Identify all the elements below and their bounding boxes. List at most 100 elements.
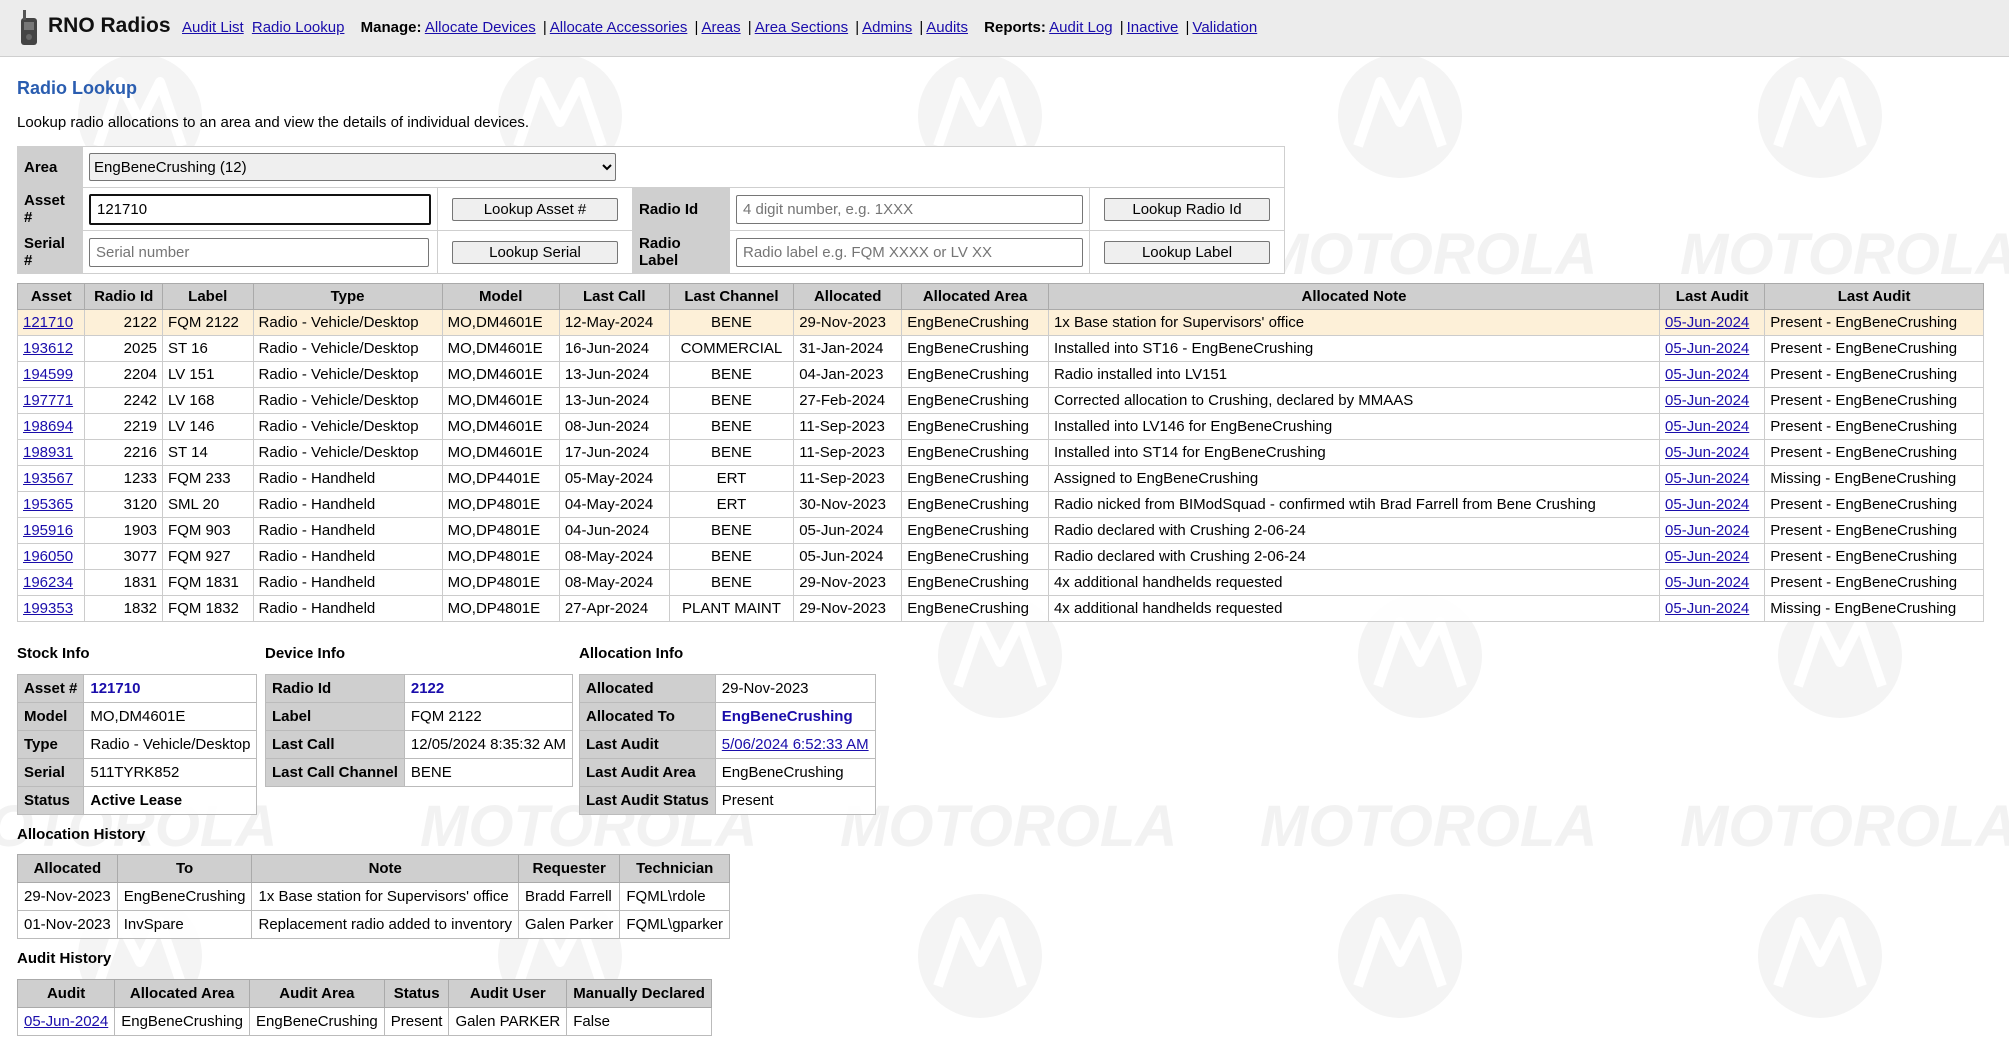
asset-link[interactable]: 195365 bbox=[23, 496, 73, 513]
last-audit-link[interactable]: 05-Jun-2024 bbox=[1665, 496, 1749, 513]
audit-link[interactable]: 05-Jun-2024 bbox=[24, 1013, 108, 1030]
asset-link[interactable]: 195916 bbox=[23, 522, 73, 539]
last-audit-link[interactable]: 05-Jun-2024 bbox=[1665, 574, 1749, 591]
asset-link[interactable]: 198931 bbox=[23, 444, 73, 461]
asset-link[interactable]: 198694 bbox=[23, 418, 73, 435]
info-key: Allocated To bbox=[579, 702, 716, 731]
asset-link[interactable]: 197771 bbox=[23, 392, 73, 409]
cell-last-channel: PLANT MAINT bbox=[668, 595, 795, 622]
cell-last-channel: BENE bbox=[668, 413, 795, 440]
table-row: 29-Nov-2023 EngBeneCrushing 1x Base statio… bbox=[17, 882, 731, 911]
last-audit-link[interactable]: 05-Jun-2024 bbox=[1665, 470, 1749, 487]
svg-text:MOTOROLA: MOTOROLA bbox=[1260, 794, 1597, 859]
cell-model: MO,DP4401E bbox=[441, 465, 560, 492]
lookup-asset-button[interactable]: Lookup Asset # bbox=[452, 197, 618, 221]
cell-allocated: 05-Jun-2024 bbox=[793, 517, 903, 544]
radio-id-input[interactable] bbox=[736, 194, 1083, 224]
info-row: Last Audit Status Present bbox=[579, 786, 876, 815]
cell-asset: 198694 bbox=[16, 413, 86, 440]
lookup-label-button[interactable]: Lookup Label bbox=[1104, 240, 1270, 264]
cell-last-audit-status: Present - EngBeneCrushing bbox=[1764, 543, 1984, 570]
last-audit-link[interactable]: 05-Jun-2024 bbox=[1665, 522, 1749, 539]
table-row[interactable]: 196050 3077 FQM 927 Radio - Handheld MO,DP48… bbox=[16, 543, 1984, 570]
serial-input[interactable] bbox=[89, 237, 429, 267]
asset-link[interactable]: 193612 bbox=[23, 340, 73, 357]
cell-allocated-area: EngBeneCrushing bbox=[901, 387, 1049, 414]
header-model: Model bbox=[441, 283, 560, 310]
lookup-radio-id-button[interactable]: Lookup Radio Id bbox=[1104, 197, 1270, 221]
table-cell: FQML\rdole bbox=[619, 882, 731, 911]
table-row[interactable]: 199353 1832 FQM 1832 Radio - Handheld MO,DP4… bbox=[16, 595, 1984, 622]
last-audit-link[interactable]: 05-Jun-2024 bbox=[1665, 418, 1749, 435]
cell-model: MO,DP4801E bbox=[441, 569, 560, 596]
cell-allocated-area: EngBeneCrushing bbox=[901, 335, 1049, 362]
cell-last-audit-date: 05-Jun-2024 bbox=[1659, 335, 1766, 362]
table-row[interactable]: 193567 1233 FQM 233 Radio - Handheld MO,DP44… bbox=[16, 465, 1984, 492]
last-audit-link[interactable]: 05-Jun-2024 bbox=[1665, 444, 1749, 461]
audit-history-table: Audit Allocated Area Audit Area Status Audit… bbox=[16, 979, 712, 1036]
table-row[interactable]: 193612 2025 ST 16 Radio - Vehicle/Desktop MO… bbox=[16, 335, 1984, 362]
last-audit-link[interactable]: 05-Jun-2024 bbox=[1665, 366, 1749, 383]
asset-link[interactable]: 196234 bbox=[23, 574, 73, 591]
nav-audit-list[interactable]: Audit List bbox=[182, 19, 244, 36]
table-row[interactable]: 198694 2219 LV 146 Radio - Vehicle/Desktop M… bbox=[16, 413, 1984, 440]
table-row[interactable]: 196234 1831 FQM 1831 Radio - Handheld MO,DP4… bbox=[16, 569, 1984, 596]
table-row[interactable]: 121710 2122 FQM 2122 Radio - Vehicle/Deskto… bbox=[16, 309, 1984, 336]
cell-last-audit-status: Present - EngBeneCrushing bbox=[1764, 335, 1984, 362]
asset-link[interactable]: 194599 bbox=[23, 366, 73, 383]
header-type: Type bbox=[252, 283, 443, 310]
info-row: Type Radio - Vehicle/Desktop bbox=[16, 730, 258, 759]
lookup-serial-button[interactable]: Lookup Serial bbox=[452, 240, 618, 264]
cell-last-audit-status: Missing - EngBeneCrushing bbox=[1764, 465, 1984, 492]
info-value: 29-Nov-2023 bbox=[714, 674, 876, 703]
table-row[interactable]: 195916 1903 FQM 903 Radio - Handheld MO,DP48… bbox=[16, 517, 1984, 544]
nav-validation[interactable]: Validation bbox=[1192, 19, 1257, 36]
asset-link[interactable]: 196050 bbox=[23, 548, 73, 565]
table-row[interactable]: 198931 2216 ST 14 Radio - Vehicle/Desktop MO… bbox=[16, 439, 1984, 466]
cell-radio-id: 2204 bbox=[84, 361, 164, 388]
cell-radio-id: 2219 bbox=[84, 413, 164, 440]
nav-area-sections[interactable]: Area Sections bbox=[755, 19, 848, 36]
cell-last-audit-status: Missing - EngBeneCrushing bbox=[1764, 595, 1984, 622]
last-audit-link[interactable]: 05-Jun-2024 bbox=[1665, 314, 1749, 331]
cell-last-audit-date: 05-Jun-2024 bbox=[1659, 491, 1766, 518]
cell-model: MO,DP4801E bbox=[441, 595, 560, 622]
info-value: 121710 bbox=[83, 674, 258, 703]
last-audit-link[interactable]: 05-Jun-2024 bbox=[1665, 548, 1749, 565]
nav-admins[interactable]: Admins bbox=[862, 19, 912, 36]
asset-link[interactable]: 193567 bbox=[23, 470, 73, 487]
asset-link[interactable]: 199353 bbox=[23, 600, 73, 617]
table-cell: Replacement radio added to inventory bbox=[251, 910, 519, 939]
info-link[interactable]: 5/06/2024 6:52:33 AM bbox=[722, 736, 869, 753]
nav-allocate-accessories[interactable]: Allocate Accessories bbox=[550, 19, 688, 36]
table-row[interactable]: 195365 3120 SML 20 Radio - Handheld MO,DP480… bbox=[16, 491, 1984, 518]
nav-inactive[interactable]: Inactive bbox=[1127, 19, 1179, 36]
asset-input[interactable] bbox=[89, 193, 431, 225]
nav-separator: | bbox=[747, 19, 752, 36]
nav-separator: | bbox=[919, 19, 924, 36]
nav-audit-log[interactable]: Audit Log bbox=[1049, 19, 1112, 36]
last-audit-link[interactable]: 05-Jun-2024 bbox=[1665, 392, 1749, 409]
nav-separator: | bbox=[694, 19, 699, 36]
cell-model: MO,DM4601E bbox=[441, 335, 560, 362]
cell-label: FQM 2122 bbox=[162, 309, 254, 336]
radio-label-input[interactable] bbox=[736, 237, 1083, 267]
cell-radio-id: 2216 bbox=[84, 439, 164, 466]
last-audit-link[interactable]: 05-Jun-2024 bbox=[1665, 340, 1749, 357]
nav-radio-lookup[interactable]: Radio Lookup bbox=[252, 19, 345, 36]
last-audit-link[interactable]: 05-Jun-2024 bbox=[1665, 600, 1749, 617]
header-cell: Technician bbox=[619, 854, 731, 883]
nav-audits[interactable]: Audits bbox=[926, 19, 968, 36]
nav-areas[interactable]: Areas bbox=[701, 19, 740, 36]
cell-allocated-note: Installed into ST14 for EngBeneCrushing bbox=[1047, 439, 1661, 466]
asset-link[interactable]: 121710 bbox=[23, 314, 73, 331]
cell-last-channel: ERT bbox=[668, 465, 795, 492]
cell-type: Radio - Handheld bbox=[252, 491, 443, 518]
info-value: 12/05/2024 8:35:32 AM bbox=[403, 730, 574, 759]
table-cell: 01-Nov-2023 bbox=[17, 910, 118, 939]
cell-allocated: 04-Jan-2023 bbox=[793, 361, 903, 388]
table-row[interactable]: 194599 2204 LV 151 Radio - Vehicle/Desktop M… bbox=[16, 361, 1984, 388]
area-select[interactable]: EngBeneCrushing (12) bbox=[89, 153, 616, 181]
table-row[interactable]: 197771 2242 LV 168 Radio - Vehicle/Desktop M… bbox=[16, 387, 1984, 414]
nav-allocate-devices[interactable]: Allocate Devices bbox=[425, 19, 536, 36]
